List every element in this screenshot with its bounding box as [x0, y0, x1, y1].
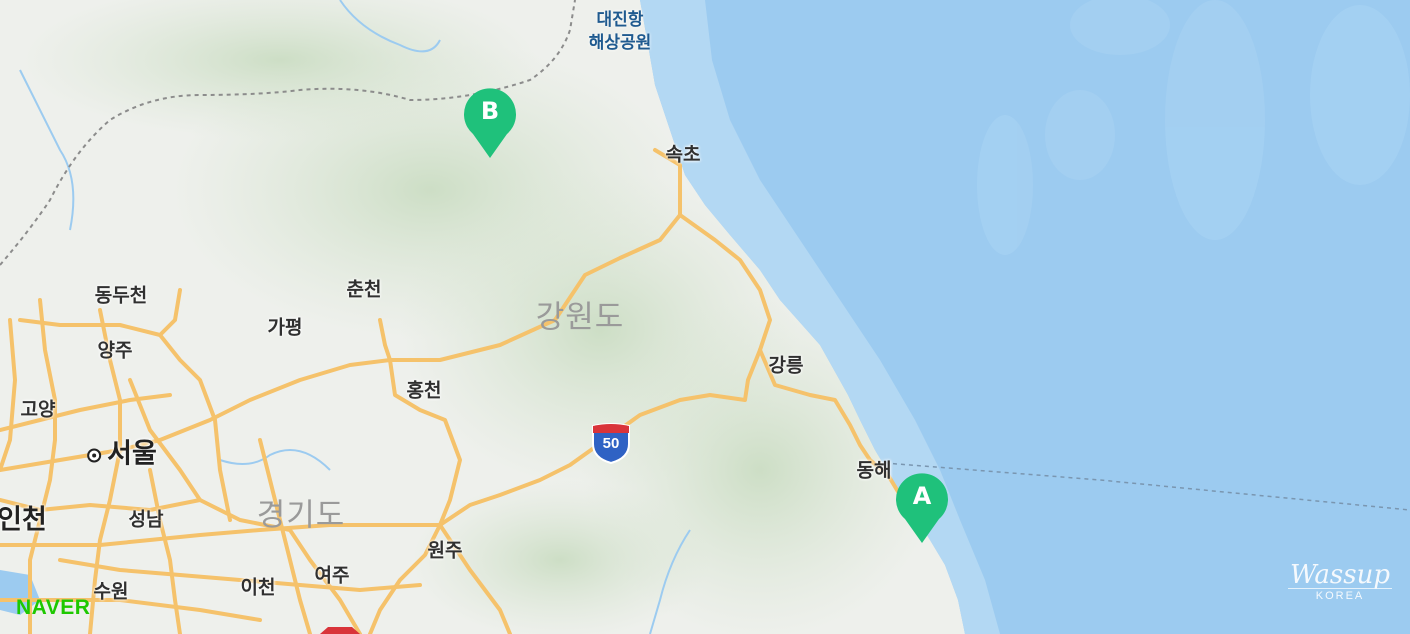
city-label-seoul-text: 서울 [107, 438, 157, 470]
highway-number: 50 [602, 435, 620, 452]
watermark-line2: KOREA [1288, 588, 1392, 602]
city-label-gangneung[interactable]: 강릉 [769, 351, 804, 378]
city-label-suwon[interactable]: 수원 [94, 577, 129, 604]
marker-b[interactable]: B [463, 88, 517, 160]
highway-50-shield: 50 [589, 422, 633, 465]
park-label-line1: 대진항 [596, 10, 644, 30]
city-label-yangju[interactable]: 양주 [98, 336, 133, 363]
city-label-yeoju[interactable]: 여주 [315, 561, 350, 588]
marker-b-label: B [480, 97, 500, 125]
city-label-seongnam[interactable]: 성남 [129, 505, 164, 532]
city-label-incheon[interactable]: 인천 [0, 498, 47, 537]
city-label-donghae[interactable]: 동해 [857, 456, 892, 483]
city-label-seoul[interactable]: 서울 [87, 432, 157, 471]
province-label-gyeonggi: 경기도 [256, 497, 346, 534]
city-label-sokcho[interactable]: 속초 [666, 140, 701, 167]
city-label-dongducheon[interactable]: 동두천 [95, 281, 147, 308]
province-label-gangwon: 강원도 [535, 299, 625, 336]
capital-marker-icon [87, 448, 102, 462]
city-label-chuncheon[interactable]: 춘천 [347, 275, 382, 302]
watermark-line1: Wassup [1289, 560, 1391, 590]
city-label-gapyeong[interactable]: 가평 [268, 313, 303, 340]
city-label-goyang[interactable]: 고양 [21, 395, 56, 422]
city-label-hongcheon[interactable]: 홍천 [407, 376, 442, 403]
city-label-icheon[interactable]: 이천 [241, 573, 276, 600]
map-canvas[interactable] [0, 0, 1410, 634]
city-label-wonju[interactable]: 원주 [428, 536, 463, 563]
park-label-line2: 해상공원 [588, 33, 652, 53]
marker-a[interactable]: A [895, 473, 949, 545]
park-label-daejinhang: 대진항 해상공원 [589, 9, 652, 55]
wassup-korea-watermark: Wassup KOREA [1288, 560, 1392, 602]
marker-a-label: A [912, 482, 932, 510]
naver-logo[interactable]: NAVER [16, 596, 90, 620]
